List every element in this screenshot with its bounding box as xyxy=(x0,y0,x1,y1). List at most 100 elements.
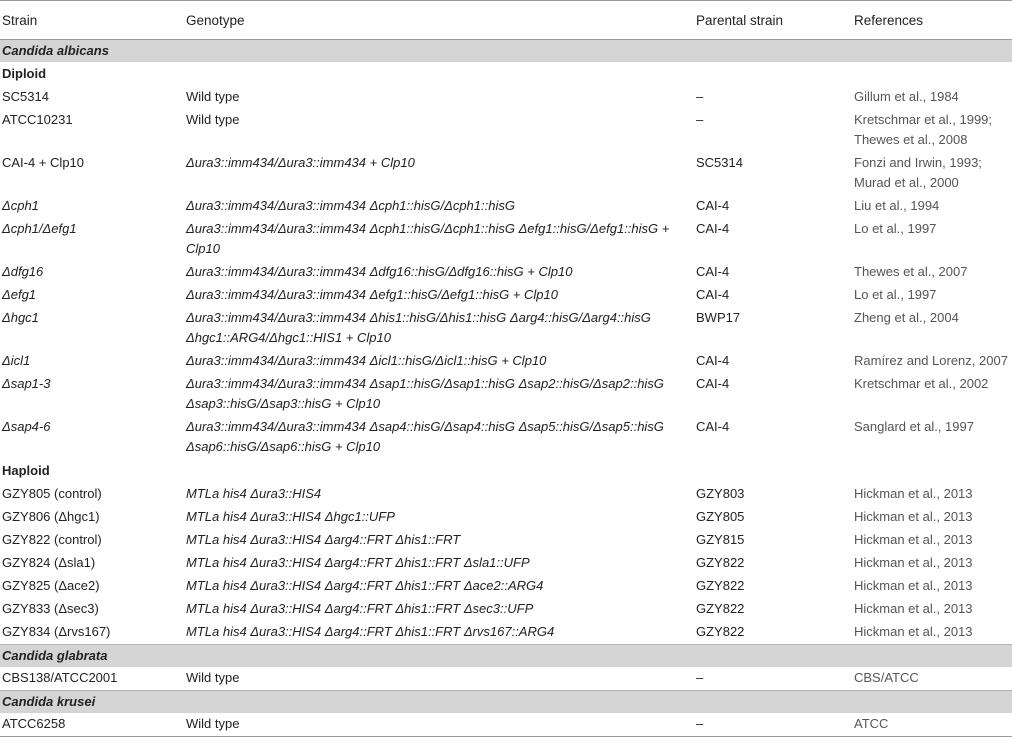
genotype-cell: Δura3::imm434/Δura3::imm434 Δcph1::hisG/… xyxy=(186,198,515,213)
reference-cell: Gillum et al., 1984 xyxy=(854,89,959,104)
parental-strain-cell: GZY822 xyxy=(696,624,745,639)
table-row: SC5314 Wild type – Gillum et al., 1984 xyxy=(0,86,1012,109)
table-row: GZY805 (control) MTLa his4 Δura3::HIS4 GZY… xyxy=(0,483,1012,506)
genotype-cell: Δura3::imm434/Δura3::imm434 Δdfg16::hisG… xyxy=(186,264,573,279)
table-row: GZY834 (Δrvs167) MTLa his4 Δura3::HIS4 Δa… xyxy=(0,621,1012,645)
genotype-cell: Δura3::imm434/Δura3::imm434 Δsap1::hisG/… xyxy=(186,376,664,411)
genotype-cell: MTLa his4 Δura3::HIS4 Δarg4::FRT Δhis1::… xyxy=(186,578,544,593)
strain-cell: Δdfg16 xyxy=(2,264,44,279)
header-references: References xyxy=(852,0,1012,40)
parental-strain-cell: CAI-4 xyxy=(696,287,730,302)
reference-cell: Hickman et al., 2013 xyxy=(854,532,973,547)
species-row: Candida glabrata xyxy=(0,644,1012,667)
strain-cell: Δhgc1 xyxy=(2,310,39,325)
reference-cell: Lo et al., 1997 xyxy=(854,221,937,236)
strain-cell: ATCC6258 xyxy=(0,713,184,737)
species-row: Candida krusei xyxy=(0,690,1012,713)
parental-strain-cell: BWP17 xyxy=(696,310,741,325)
genotype-cell: MTLa his4 Δura3::HIS4 Δarg4::FRT Δhis1::… xyxy=(186,624,555,639)
genotype-cell: MTLa his4 Δura3::HIS4 Δarg4::FRT Δhis1::… xyxy=(186,601,534,616)
group-row: Haploid xyxy=(0,459,1012,483)
parental-strain-cell: GZY822 xyxy=(696,555,745,570)
parental-strain-cell: GZY822 xyxy=(696,601,745,616)
strain-cell: SC5314 xyxy=(2,89,49,104)
strain-cell: Δsap1-3 xyxy=(2,376,51,391)
reference-cell: Hickman et al., 2013 xyxy=(854,624,973,639)
parental-strain-cell: SC5314 xyxy=(696,155,743,170)
reference-cell: Ramírez and Lorenz, 2007 xyxy=(854,353,1008,368)
reference-cell: Liu et al., 1994 xyxy=(854,198,940,213)
table-row: Δefg1 Δura3::imm434/Δura3::imm434 Δefg1::… xyxy=(0,284,1012,307)
table-row: ATCC6258 Wild type – ATCC xyxy=(0,713,1012,737)
genotype-cell: Δura3::imm434/Δura3::imm434 Δcph1::hisG/… xyxy=(186,221,670,256)
parental-strain-cell: CAI-4 xyxy=(696,198,730,213)
strain-cell: GZY824 (Δsla1) xyxy=(2,555,96,570)
header-row: Strain Genotype Parental strain Referenc… xyxy=(0,0,1012,40)
table-row: Δhgc1 Δura3::imm434/Δura3::imm434 Δhis1::… xyxy=(0,307,1012,350)
genotype-cell: Δura3::imm434/Δura3::imm434 + Clp10 xyxy=(186,155,415,170)
group-label: Diploid xyxy=(2,66,47,81)
reference-cell: Lo et al., 1997 xyxy=(854,287,937,302)
header-strain: Strain xyxy=(0,0,184,40)
table-row: GZY806 (Δhgc1) MTLa his4 Δura3::HIS4 Δhgc… xyxy=(0,506,1012,529)
genotype-cell: Δura3::imm434/Δura3::imm434 Δicl1::hisG/… xyxy=(186,353,547,368)
strain-cell: GZY822 (control) xyxy=(2,532,102,547)
table-row: CBS138/ATCC2001 Wild type – CBS/ATCC xyxy=(0,667,1012,691)
table-row: Δcph1 Δura3::imm434/Δura3::imm434 Δcph1::… xyxy=(0,195,1012,218)
reference-cell: Kretschmar et al., 1999; Thewes et al., … xyxy=(854,112,993,147)
table-row: Δsap4-6 Δura3::imm434/Δura3::imm434 Δsap4… xyxy=(0,416,1012,459)
table-row: ATCC10231 Wild type – Kretschmar et al., 19… xyxy=(0,109,1012,152)
strain-table: Strain Genotype Parental strain Referenc… xyxy=(0,0,1012,737)
genotype-cell: Wild type xyxy=(184,713,694,737)
genotype-cell: Wild type xyxy=(186,112,240,127)
reference-cell: Kretschmar et al., 2002 xyxy=(854,376,989,391)
species-label: Candida krusei xyxy=(0,690,1012,713)
parental-strain-cell: CAI-4 xyxy=(696,353,730,368)
table-row: Δicl1 Δura3::imm434/Δura3::imm434 Δicl1::… xyxy=(0,350,1012,373)
group-row: Diploid xyxy=(0,62,1012,86)
table-row: Δsap1-3 Δura3::imm434/Δura3::imm434 Δsap1… xyxy=(0,373,1012,416)
parental-strain-cell: GZY822 xyxy=(696,578,745,593)
strain-cell: CBS138/ATCC2001 xyxy=(2,670,118,685)
strain-cell: CAI-4 + Clp10 xyxy=(2,155,85,170)
reference-cell: Zheng et al., 2004 xyxy=(854,310,959,325)
parental-strain-cell: CAI-4 xyxy=(696,221,730,236)
table-row: GZY824 (Δsla1) MTLa his4 Δura3::HIS4 Δarg… xyxy=(0,552,1012,575)
table-row: CAI-4 + Clp10 Δura3::imm434/Δura3::imm434… xyxy=(0,152,1012,195)
parental-strain-cell: GZY805 xyxy=(696,509,745,524)
table-row: Δdfg16 Δura3::imm434/Δura3::imm434 Δdfg16… xyxy=(0,261,1012,284)
strain-cell: Δicl1 xyxy=(2,353,31,368)
parental-strain-cell: – xyxy=(696,89,704,104)
reference-cell: Hickman et al., 2013 xyxy=(854,578,973,593)
reference-cell: Fonzi and Irwin, 1993; Murad et al., 200… xyxy=(854,155,982,190)
parental-strain-cell: CAI-4 xyxy=(696,264,730,279)
parental-strain-cell: GZY815 xyxy=(696,532,745,547)
genotype-cell: Δura3::imm434/Δura3::imm434 Δsap4::hisG/… xyxy=(186,419,664,454)
reference-cell: CBS/ATCC xyxy=(854,670,919,685)
species-label: Candida glabrata xyxy=(0,644,1012,667)
strain-cell: GZY806 (Δhgc1) xyxy=(2,509,100,524)
strain-cell: GZY805 (control) xyxy=(2,486,102,501)
reference-cell: Hickman et al., 2013 xyxy=(854,555,973,570)
reference-cell: Hickman et al., 2013 xyxy=(854,601,973,616)
genotype-cell: MTLa his4 Δura3::HIS4 Δarg4::FRT Δhis1::… xyxy=(186,555,530,570)
parental-strain-cell: CAI-4 xyxy=(696,419,730,434)
reference-cell: ATCC xyxy=(852,713,1012,737)
strain-cell: GZY825 (Δace2) xyxy=(2,578,100,593)
strain-cell: Δcph1 xyxy=(2,198,39,213)
parental-strain-cell: CAI-4 xyxy=(696,376,730,391)
table-row: GZY822 (control) MTLa his4 Δura3::HIS4 Δa… xyxy=(0,529,1012,552)
header-parental-strain: Parental strain xyxy=(694,0,852,40)
genotype-cell: MTLa his4 Δura3::HIS4 Δhgc1::UFP xyxy=(186,509,395,524)
genotype-cell: Δura3::imm434/Δura3::imm434 Δhis1::hisG/… xyxy=(186,310,651,345)
parental-strain-cell: – xyxy=(694,713,852,737)
genotype-cell: Wild type xyxy=(186,670,240,685)
genotype-cell: Δura3::imm434/Δura3::imm434 Δefg1::hisG/… xyxy=(186,287,558,302)
parental-strain-cell: – xyxy=(696,112,704,127)
strain-cell: GZY833 (Δsec3) xyxy=(2,601,99,616)
header-genotype: Genotype xyxy=(184,0,694,40)
strain-cell: Δefg1 xyxy=(2,287,37,302)
genotype-cell: MTLa his4 Δura3::HIS4 xyxy=(186,486,322,501)
species-label: Candida albicans xyxy=(0,39,1012,62)
table-row: GZY825 (Δace2) MTLa his4 Δura3::HIS4 Δarg… xyxy=(0,575,1012,598)
